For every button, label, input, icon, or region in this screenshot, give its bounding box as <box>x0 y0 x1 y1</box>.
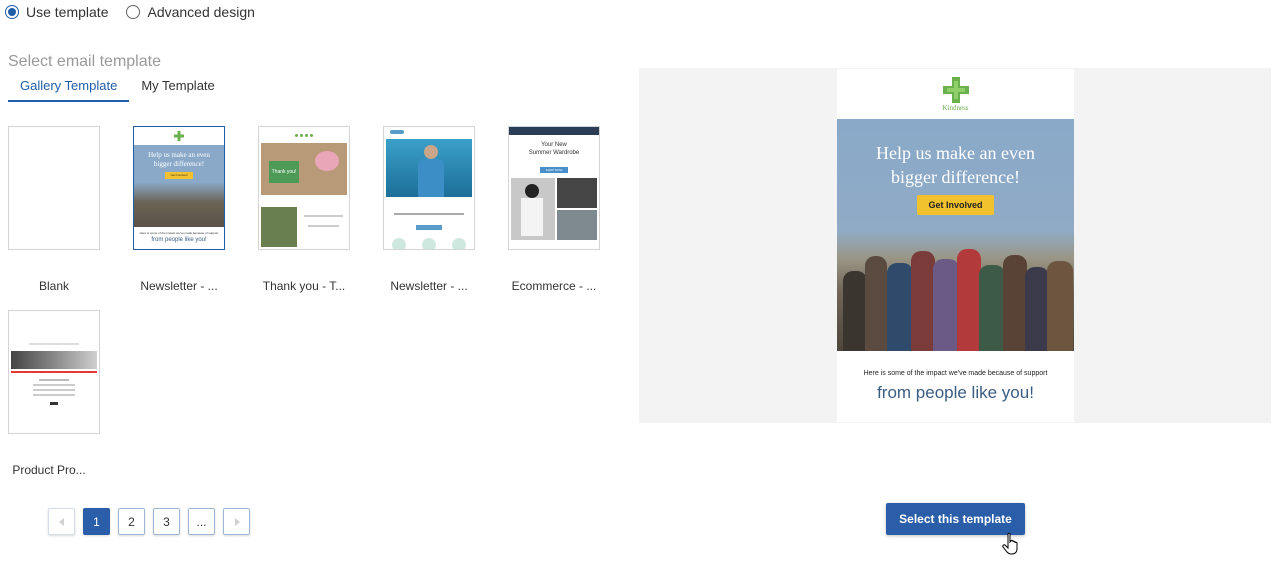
template-label-thank-you: Thank you - T... <box>262 279 346 293</box>
template-thumb-product[interactable] <box>8 310 100 434</box>
template-tabs: Gallery Template My Template <box>8 72 227 102</box>
chevron-right-icon <box>234 517 240 526</box>
preview-impact-text: Here is some of the impact we've made be… <box>863 370 1048 377</box>
thumb-logo-icon <box>174 131 184 141</box>
thumb-newsletter-headline-2: bigger difference! <box>153 160 205 168</box>
template-thumb-newsletter-2[interactable] <box>383 126 475 250</box>
select-this-template-button[interactable]: Select this template <box>886 503 1025 535</box>
tab-gallery-template[interactable]: Gallery Template <box>8 72 130 102</box>
template-thumb-ecommerce[interactable]: Your New Summer Wardrobe SHOP NOW <box>508 126 600 250</box>
thumb-ecommerce-headline-2: Summer Wardrobe <box>528 150 580 156</box>
page-button-2[interactable]: 2 <box>118 508 145 535</box>
radio-unselected-icon <box>126 5 141 19</box>
chevron-left-icon <box>58 517 64 526</box>
template-thumb-blank[interactable] <box>8 126 100 250</box>
advanced-design-label: Advanced design <box>147 4 255 20</box>
design-mode-radio-group: Use template Advanced design <box>5 4 255 20</box>
thumb-newsletter-impact: Here is some of the impact we've made be… <box>139 231 219 235</box>
thumb-newsletter-cta: Get Involved <box>165 172 193 179</box>
preview-cta-button: Get Involved <box>917 195 994 215</box>
thumb-thankyou-card: Thank you! <box>269 161 299 183</box>
preview-crowd-photo <box>837 231 1074 351</box>
next-page-button[interactable] <box>223 508 250 535</box>
preview-tagline: from people like you! <box>877 383 1034 402</box>
preview-headline-line1: Help us make an even <box>876 143 1035 163</box>
kindness-logo-text: Kindness <box>942 103 969 112</box>
thumb-newsletter-headline-1: Help us make an even <box>148 151 210 159</box>
thumb-ecommerce-cta: SHOP NOW <box>540 167 568 173</box>
template-label-product: Product Pro... <box>12 463 86 477</box>
template-thumb-newsletter-1[interactable]: Help us make an even bigger difference! … <box>133 126 225 250</box>
page-button-more[interactable]: ... <box>188 508 215 535</box>
section-title: Select email template <box>8 53 161 70</box>
prev-page-button[interactable] <box>48 508 75 535</box>
advanced-design-radio[interactable]: Advanced design <box>126 4 255 20</box>
radio-selected-icon <box>5 5 19 19</box>
thumb-ecommerce-headline-1: Your New <box>541 142 567 148</box>
page-button-3[interactable]: 3 <box>153 508 180 535</box>
template-label-blank: Blank <box>38 279 70 293</box>
preview-headline-line2: bigger difference! <box>890 167 1021 187</box>
tab-my-template[interactable]: My Template <box>129 72 226 100</box>
use-template-label: Use template <box>26 4 109 20</box>
kindness-logo-icon <box>942 76 969 103</box>
template-thumb-thank-you[interactable]: Thank you! <box>258 126 350 250</box>
template-label-ecommerce: Ecommerce - ... <box>511 279 597 293</box>
template-label-newsletter-2: Newsletter - ... <box>390 279 468 293</box>
template-preview-email: Kindness Help us make an even bigger dif… <box>837 69 1074 422</box>
page-button-1[interactable]: 1 <box>83 508 110 535</box>
preview-hero-image: Help us make an even bigger difference! … <box>837 119 1074 351</box>
template-label-newsletter-1: Newsletter - ... <box>140 279 218 293</box>
hand-cursor-icon <box>1002 532 1018 555</box>
thumb-newsletter-tagline: from people like you! <box>151 237 207 243</box>
use-template-radio[interactable]: Use template <box>5 4 108 20</box>
